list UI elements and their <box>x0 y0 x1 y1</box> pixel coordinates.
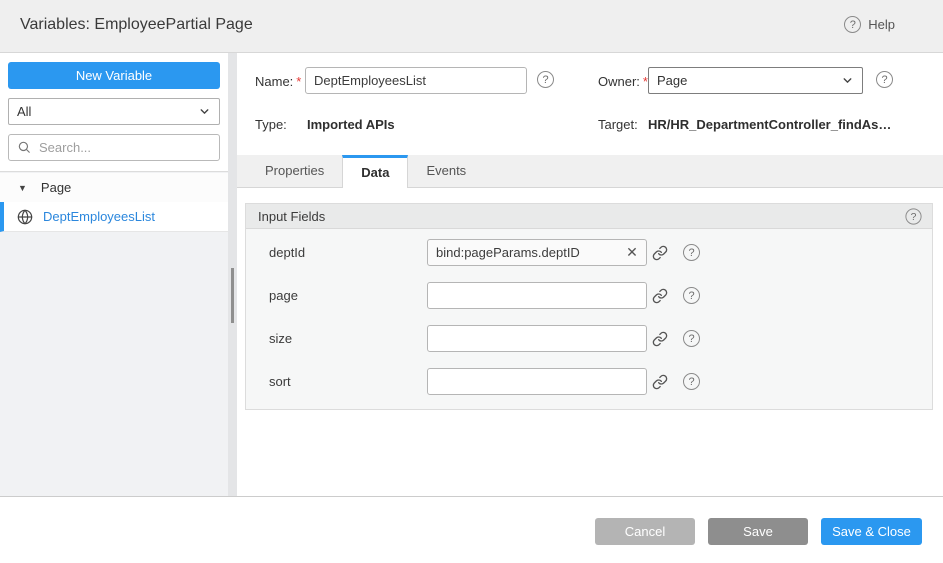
sidebar-controls: New Variable All <box>0 53 228 172</box>
input-fields-help-icon[interactable]: ? <box>905 208 921 224</box>
variable-detail-panel: Name:* ? Owner:* Page ? Type: Imported A… <box>237 53 943 496</box>
collapse-triangle-icon[interactable]: ▼ <box>18 183 27 193</box>
owner-selected-value: Page <box>657 73 687 88</box>
search-input[interactable] <box>8 134 220 161</box>
variables-sidebar: New Variable All ▼ Page D <box>0 53 228 496</box>
chevron-down-icon <box>841 74 854 87</box>
filter-selected-value: All <box>17 104 31 119</box>
deptid-input[interactable] <box>427 239 647 266</box>
bind-link-icon[interactable] <box>652 286 672 306</box>
help-button[interactable]: ? Help <box>844 16 895 33</box>
group-label: Page <box>41 180 71 195</box>
target-label: Target: <box>598 117 638 132</box>
type-value: Imported APIs <box>307 117 395 132</box>
sort-input[interactable] <box>427 368 647 395</box>
tab-data[interactable]: Data <box>342 155 408 188</box>
page-input[interactable] <box>427 282 647 309</box>
field-label-page: page <box>269 288 298 303</box>
clear-binding-icon[interactable]: ✕ <box>622 242 642 262</box>
bind-link-icon[interactable] <box>652 243 672 263</box>
help-label[interactable]: Help <box>868 17 895 32</box>
type-label: Type: <box>255 117 287 132</box>
owner-help-icon[interactable]: ? <box>876 71 893 88</box>
owner-label: Owner:* <box>598 74 648 89</box>
variables-dialog: Variables: EmployeePartial Page ? Help N… <box>0 0 943 563</box>
bind-link-icon[interactable] <box>652 329 672 349</box>
sidebar-group-page[interactable]: ▼ Page <box>0 173 228 202</box>
chevron-down-icon <box>198 105 211 118</box>
save-button[interactable]: Save <box>708 518 808 545</box>
deptid-help-icon[interactable]: ? <box>683 244 700 261</box>
name-input[interactable] <box>305 67 527 94</box>
save-and-close-button[interactable]: Save & Close <box>821 518 922 545</box>
size-input[interactable] <box>427 325 647 352</box>
size-help-icon[interactable]: ? <box>683 330 700 347</box>
page-help-icon[interactable]: ? <box>683 287 700 304</box>
sidebar-item-deptemployeeslist[interactable]: DeptEmployeesList <box>0 202 228 232</box>
dialog-header: Variables: EmployeePartial Page ? Help <box>0 0 943 53</box>
tab-events[interactable]: Events <box>408 155 484 187</box>
name-label: Name:* <box>255 74 301 89</box>
panel-divider <box>228 53 237 496</box>
field-label-deptid: deptId <box>269 245 305 260</box>
dialog-footer: Cancel Save Save & Close <box>0 496 943 563</box>
help-circle-icon[interactable]: ? <box>844 16 861 33</box>
input-fields-title: Input Fields <box>258 209 905 224</box>
new-variable-button[interactable]: New Variable <box>8 62 220 89</box>
sidebar-scrollbar[interactable] <box>231 268 234 323</box>
bind-link-icon[interactable] <box>652 372 672 392</box>
field-label-sort: sort <box>269 374 291 389</box>
input-fields-section: Input Fields ? deptId ✕ ? page ? size <box>245 203 933 410</box>
dialog-title: Variables: EmployeePartial Page <box>20 16 253 34</box>
globe-icon <box>17 209 33 225</box>
variable-item-label: DeptEmployeesList <box>43 209 155 224</box>
tab-properties[interactable]: Properties <box>247 155 342 187</box>
variable-filter-select[interactable]: All <box>8 98 220 125</box>
owner-select[interactable]: Page <box>648 67 863 94</box>
search-icon <box>17 140 31 154</box>
detail-tabbar: Properties Data Events <box>237 155 943 188</box>
name-help-icon[interactable]: ? <box>537 71 554 88</box>
required-asterisk: * <box>296 74 301 89</box>
cancel-button[interactable]: Cancel <box>595 518 695 545</box>
target-value: HR/HR_DepartmentController_findAss… <box>648 117 898 132</box>
field-label-size: size <box>269 331 292 346</box>
input-fields-header: Input Fields ? <box>246 204 932 229</box>
sort-help-icon[interactable]: ? <box>683 373 700 390</box>
